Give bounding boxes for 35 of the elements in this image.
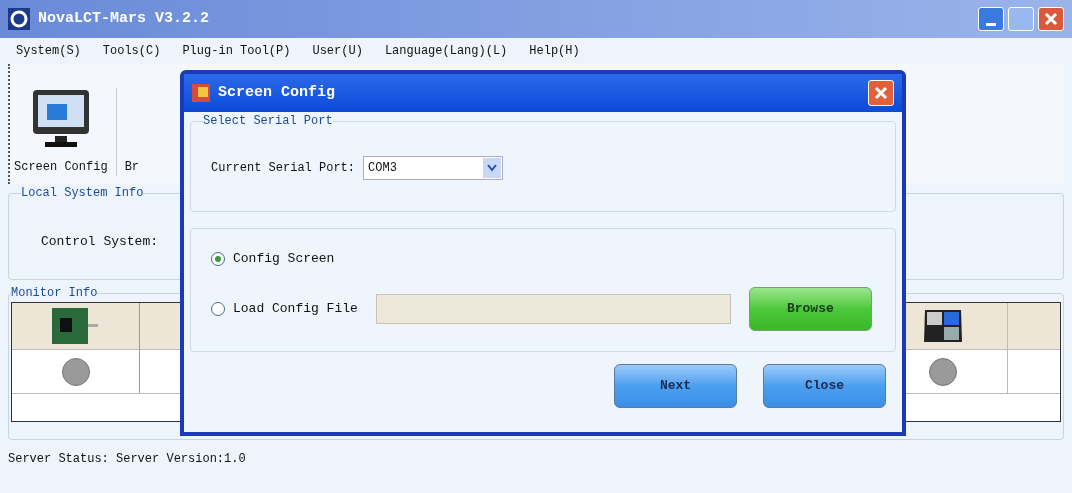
screen-tiles-icon	[922, 308, 964, 344]
app-logo-icon	[8, 8, 30, 30]
menu-item[interactable]: Language(Lang)(L)	[384, 42, 508, 60]
menu-item[interactable]: Help(H)	[529, 42, 580, 60]
menu-item[interactable]: Plug-in Tool(P)	[182, 42, 291, 60]
circuit-board-icon	[51, 308, 100, 344]
close-icon[interactable]	[868, 80, 894, 106]
menu-item[interactable]: User(U)	[312, 42, 363, 60]
radio-button[interactable]	[211, 301, 225, 316]
dialog-button[interactable]: Next	[614, 364, 737, 408]
menu-item[interactable]: System(S)	[16, 42, 81, 60]
field-label: Control System:	[41, 233, 160, 251]
window-title: NovaLCT-Mars V3.2.2	[38, 8, 210, 29]
radio-label: Load Config File	[233, 300, 358, 318]
file-path-field[interactable]	[375, 293, 731, 324]
dialog-title: Screen Config	[218, 82, 336, 103]
close-icon[interactable]	[1038, 7, 1064, 31]
field-label: Current Serial Port:	[211, 160, 356, 177]
app-window-icon	[192, 84, 210, 102]
menu-item[interactable]: Tools(C)	[102, 42, 161, 60]
chevron-down-icon	[487, 164, 498, 172]
port-dropdown[interactable]: COM3	[363, 156, 504, 180]
group-title: Monitor Info	[11, 285, 98, 302]
radio-label: Config Screen	[233, 250, 335, 269]
maximize-icon[interactable]	[1008, 7, 1034, 31]
browse-button[interactable]: Browse	[748, 286, 872, 331]
toolbar-button[interactable]: Br	[124, 158, 140, 176]
toolbar-button[interactable]: Screen Config	[14, 88, 117, 176]
monitor-icon	[30, 88, 91, 150]
group-title: Local System Info	[21, 185, 144, 202]
group-title: Select Serial Port	[203, 113, 333, 130]
status-text: Server Status: Server Version:1.0	[8, 451, 246, 468]
dialog-button[interactable]: Close	[763, 364, 886, 408]
minimize-icon[interactable]	[978, 7, 1004, 31]
radio-button[interactable]	[211, 252, 225, 266]
